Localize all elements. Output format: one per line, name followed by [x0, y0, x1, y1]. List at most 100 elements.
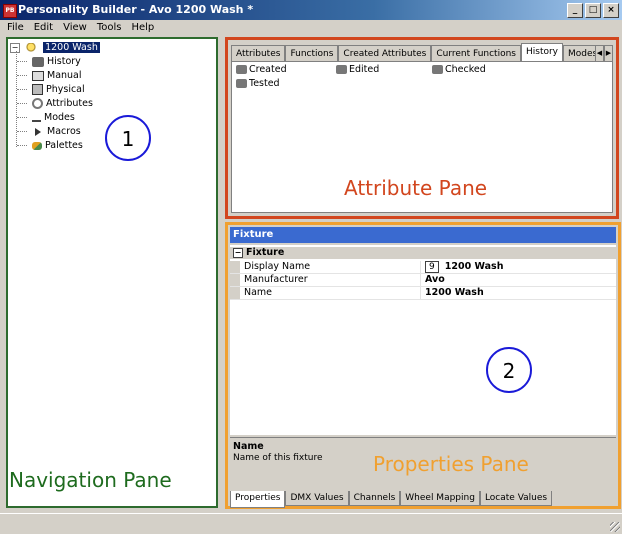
tree-item-label: Attributes [46, 98, 93, 109]
scroll-left-icon[interactable]: ◀ [595, 45, 604, 62]
tree-root-1200-wash[interactable]: − 1200 Wash [10, 41, 100, 54]
tree-connector [17, 61, 27, 62]
scroll-right-icon[interactable]: ▶ [604, 45, 613, 62]
tree-connector [17, 131, 27, 132]
row-gutter [230, 287, 240, 299]
minimize-button[interactable]: _ [567, 3, 583, 18]
history-icon [236, 79, 247, 88]
navigation-pane-label: Navigation Pane [9, 468, 172, 492]
title-bar[interactable]: PB Personality Builder - Avo 1200 Wash *… [0, 0, 622, 20]
tab-channels[interactable]: Channels [348, 491, 401, 506]
tree-item-label: Modes [44, 112, 75, 123]
app-icon[interactable]: PB [3, 4, 17, 18]
tree-item-palettes[interactable]: Palettes [32, 139, 83, 152]
history-list: Created Edited Checked Tested Attribute … [231, 61, 613, 213]
tab-properties[interactable]: Properties [230, 491, 286, 508]
history-item-label: Tested [249, 78, 280, 89]
modes-icon [32, 113, 41, 122]
tab-wheel-mapping[interactable]: Wheel Mapping [400, 491, 480, 506]
history-item-checked[interactable]: Checked [432, 64, 486, 76]
tree-item-label: History [47, 56, 81, 67]
collapse-icon[interactable]: − [233, 248, 243, 258]
menu-tools[interactable]: Tools [94, 20, 125, 36]
history-item-label: Edited [349, 64, 380, 75]
attribute-tabs: Attributes Functions Created Attributes … [231, 43, 613, 61]
tree-item-manual[interactable]: Manual [32, 69, 82, 82]
manual-icon [32, 70, 44, 81]
close-button[interactable]: × [603, 3, 619, 18]
callout-2: 2 [486, 347, 532, 393]
menu-view[interactable]: View [60, 20, 90, 36]
navigation-pane: − 1200 Wash History Manual Physical Attr… [6, 37, 218, 508]
tab-current-functions[interactable]: Current Functions [431, 45, 521, 61]
tree-item-label: Physical [46, 84, 85, 95]
tree-item-label: Macros [47, 126, 81, 137]
property-value[interactable]: 1200 Wash [420, 287, 484, 299]
property-row-name[interactable]: Name 1200 Wash [230, 287, 616, 300]
menu-bar: File Edit View Tools Help [0, 20, 622, 36]
properties-tabs: Properties DMX Values Channels Wheel Map… [230, 491, 616, 508]
property-value-text: 1200 Wash [444, 261, 504, 272]
menu-edit[interactable]: Edit [31, 20, 56, 36]
property-row-display-name[interactable]: Display Name 9 1200 Wash [230, 261, 616, 274]
window-title: Personality Builder - Avo 1200 Wash * [18, 3, 254, 16]
property-value[interactable]: Avo [420, 274, 445, 286]
history-item-label: Created [249, 64, 287, 75]
description-text: Name of this fixture [233, 453, 323, 463]
history-icon [236, 65, 247, 74]
tree-item-modes[interactable]: Modes [32, 111, 75, 124]
category-label: Fixture [246, 247, 285, 258]
property-name: Name [244, 287, 273, 298]
tree-item-history[interactable]: History [32, 55, 81, 68]
tab-locate-values[interactable]: Locate Values [479, 491, 553, 506]
tree-connector [17, 75, 27, 76]
history-item-tested[interactable]: Tested [236, 78, 280, 90]
property-row-manufacturer[interactable]: Manufacturer Avo [230, 274, 616, 287]
property-value[interactable]: 9 1200 Wash [420, 261, 503, 273]
attribute-pane: Attributes Functions Created Attributes … [225, 37, 619, 219]
history-icon [32, 56, 44, 67]
palettes-icon [32, 141, 42, 150]
property-name: Display Name [244, 261, 311, 272]
history-item-edited[interactable]: Edited [336, 64, 379, 76]
tree-root-label: 1200 Wash [43, 42, 100, 53]
tab-scroll: ◀ ▶ [595, 45, 613, 62]
app-window: PB Personality Builder - Avo 1200 Wash *… [0, 0, 622, 533]
tab-history[interactable]: History [520, 43, 564, 61]
maximize-button[interactable]: □ [585, 3, 601, 18]
category-row[interactable]: − Fixture [230, 247, 616, 259]
properties-pane: Fixture − Fixture Display Name 9 1200 Wash… [225, 222, 621, 509]
number-badge: 9 [425, 261, 439, 273]
tree-item-macros[interactable]: Macros [32, 125, 81, 138]
menu-file[interactable]: File [4, 20, 27, 36]
description-title: Name [233, 441, 264, 452]
tree-connector [17, 117, 27, 118]
window-controls: _ □ × [567, 3, 619, 18]
tab-functions[interactable]: Functions [285, 45, 339, 61]
description-panel: Name Name of this fixture Properties Pan… [230, 437, 616, 486]
history-item-created[interactable]: Created [236, 64, 287, 76]
tab-created-attributes[interactable]: Created Attributes [338, 45, 432, 61]
tree-connector [16, 51, 17, 147]
properties-header: Fixture [230, 227, 616, 243]
bulb-icon [25, 42, 38, 53]
history-icon [432, 65, 443, 74]
tree-item-label: Palettes [45, 140, 83, 151]
tab-dmx-values[interactable]: DMX Values [285, 491, 349, 506]
attributes-icon [32, 98, 43, 109]
menu-help[interactable]: Help [128, 20, 157, 36]
tab-attributes[interactable]: Attributes [231, 45, 286, 61]
property-name: Manufacturer [244, 274, 308, 285]
callout-1: 1 [105, 115, 151, 161]
row-gutter [230, 261, 240, 273]
tree-item-label: Manual [47, 70, 82, 81]
properties-pane-label: Properties Pane [373, 452, 529, 476]
resize-grip-icon[interactable] [610, 522, 620, 532]
collapse-icon[interactable]: − [10, 43, 20, 53]
status-bar [0, 513, 622, 534]
attribute-pane-label: Attribute Pane [344, 176, 488, 200]
tree-connector [17, 103, 27, 104]
tree-connector [17, 89, 27, 90]
tree-item-physical[interactable]: Physical [32, 83, 85, 96]
tree-item-attributes[interactable]: Attributes [32, 97, 93, 110]
